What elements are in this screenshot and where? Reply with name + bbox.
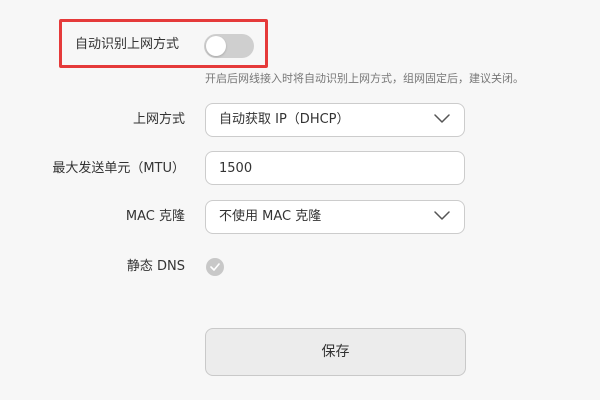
check-icon (210, 263, 220, 271)
mac-clone-label: MAC 克隆 (125, 209, 185, 224)
static-dns-label: 静态 DNS (126, 259, 185, 274)
auto-detect-hint: 开启后网线接入时将自动识别上网方式，组网固定后，建议关闭。 (205, 72, 524, 85)
chevron-down-icon (434, 114, 450, 123)
mtu-input[interactable] (205, 151, 465, 185)
mac-clone-select[interactable]: 不使用 MAC 克隆 (205, 200, 465, 234)
connection-mode-select[interactable]: 自动获取 IP（DHCP） (205, 103, 465, 137)
auto-detect-toggle[interactable] (204, 34, 254, 58)
connection-mode-value: 自动获取 IP（DHCP） (219, 112, 350, 127)
connection-mode-label: 上网方式 (132, 112, 185, 127)
save-button[interactable]: 保存 (205, 328, 466, 376)
mac-clone-value: 不使用 MAC 克隆 (219, 209, 322, 224)
static-dns-checkbox[interactable] (206, 258, 224, 276)
toggle-knob (206, 36, 226, 56)
chevron-down-icon (434, 211, 450, 220)
auto-detect-label: 自动识别上网方式 (75, 37, 180, 52)
mtu-label: 最大发送单元（MTU） (52, 161, 185, 176)
